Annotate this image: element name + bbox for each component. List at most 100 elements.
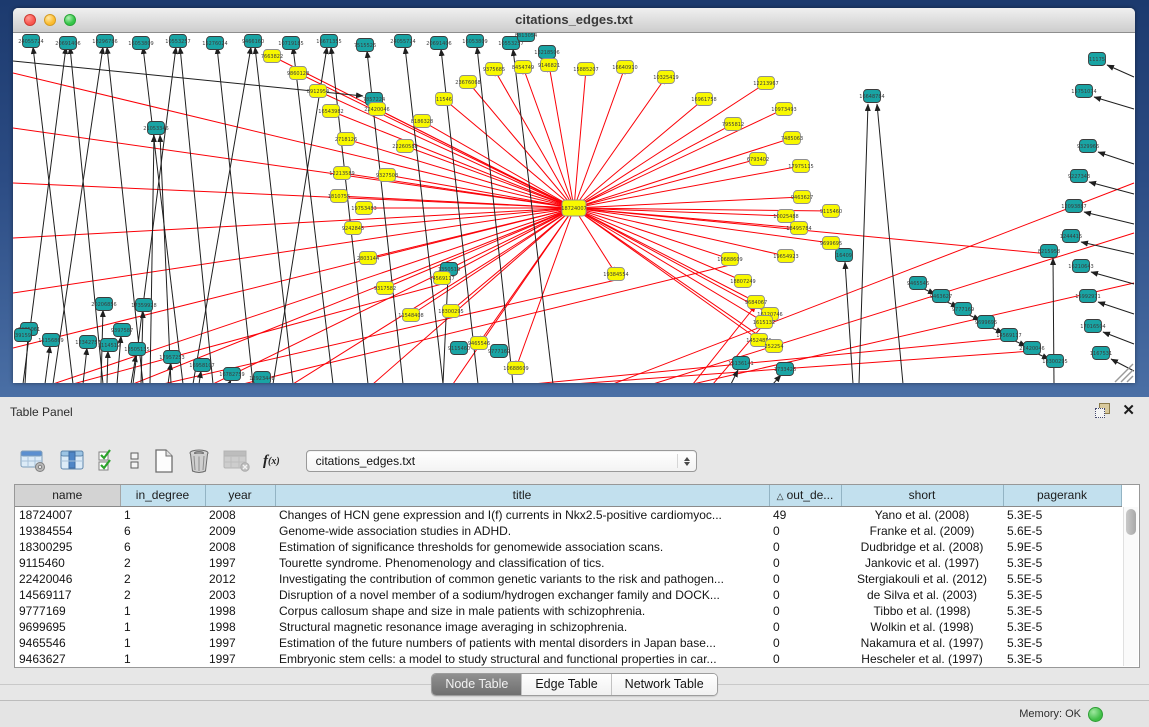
node-unselected[interactable]: 7515526 (354, 39, 376, 52)
node-unselected[interactable]: 15136141 (728, 357, 753, 370)
node-unselected[interactable]: 10719185 (278, 37, 303, 50)
tab-network-table[interactable]: Network Table (611, 674, 717, 695)
node-unselected[interactable]: 14569117 (996, 329, 1021, 342)
col-header-name[interactable]: name (15, 485, 120, 506)
node-selected[interactable]: 9115460 (820, 205, 842, 218)
node-unselected[interactable]: 18300295 (1042, 355, 1067, 368)
table-row[interactable]: 1456911722003Disruption of a novel membe… (15, 587, 1121, 603)
node-selected[interactable]: 9327508 (376, 169, 398, 182)
col-header-year[interactable]: year (205, 485, 275, 506)
table-row[interactable]: 1830029562008Estimation of significance … (15, 539, 1121, 555)
table-row[interactable]: 2242004622012Investigating the contribut… (15, 571, 1121, 587)
float-panel-icon[interactable] (1095, 403, 1110, 418)
node-unselected[interactable]: 9115460 (448, 342, 470, 355)
node-selected[interactable]: 9146821 (538, 59, 560, 72)
table-row[interactable]: 946554611997Estimation of the future num… (15, 635, 1121, 651)
node-selected[interactable]: 18495784 (786, 222, 811, 235)
node-unselected[interactable]: 9397587 (111, 324, 133, 337)
node-selected[interactable]: 9463627 (791, 191, 813, 204)
node-unselected[interactable]: 17016504 (1080, 320, 1105, 333)
node-selected[interactable]: 22260588 (392, 140, 417, 153)
show-columns-icon[interactable] (59, 449, 86, 473)
node-unselected[interactable]: 9463627 (930, 290, 952, 303)
node-unselected[interactable]: 1244415 (1060, 230, 1082, 243)
node-selected[interactable]: 19384554 (603, 268, 628, 281)
node-selected[interactable]: 19753483 (351, 202, 376, 215)
table-row[interactable]: 969969511998Structural magnetic resonanc… (15, 619, 1121, 635)
node-unselected[interactable]: 16671355 (316, 35, 341, 48)
node-selected[interactable]: 2718126 (335, 133, 357, 146)
node-unselected[interactable]: 9227343 (1068, 170, 1090, 183)
node-unselected[interactable]: 22420046 (1019, 342, 1044, 355)
node-selected[interactable]: 8454749 (512, 61, 534, 74)
node-selected[interactable]: 2803144 (357, 252, 379, 265)
node-unselected[interactable]: 13218506 (534, 46, 559, 59)
node-selected[interactable]: 1810755 (328, 190, 350, 203)
node-unselected[interactable]: 10553257 (165, 35, 190, 48)
select-columns-checklist-icon[interactable] (98, 449, 117, 473)
node-selected[interactable]: 10025488 (773, 210, 798, 223)
node-selected[interactable]: 10688609 (717, 253, 742, 266)
node-unselected[interactable]: 15276024 (202, 37, 227, 50)
table-scrollbar-thumb[interactable] (1126, 509, 1136, 535)
node-selected[interactable]: 9699695 (820, 237, 842, 250)
table-row[interactable]: 1938455462009Genome-wide association stu… (15, 523, 1121, 539)
node-unselected[interactable]: 12923448 (249, 372, 274, 384)
table-source-select[interactable]: citations_edges.txt (306, 450, 697, 472)
node-unselected[interactable]: 9699695 (975, 316, 997, 329)
node-selected[interactable]: 11546 (436, 93, 453, 106)
node-unselected[interactable]: 39159 (15, 329, 32, 342)
node-unselected[interactable]: 15751074 (1071, 85, 1096, 98)
hub-node[interactable]: 18724007 (561, 200, 586, 216)
col-header-pagerank[interactable]: pagerank (1003, 485, 1121, 506)
tab-edge-table[interactable]: Edge Table (521, 674, 610, 695)
node-selected[interactable]: 8186328 (411, 115, 433, 128)
node-selected[interactable]: 16543982 (318, 105, 343, 118)
node-selected[interactable]: 8912954 (307, 85, 329, 98)
node-unselected[interactable]: 16053809 (462, 35, 487, 48)
table-row[interactable]: 946362711997Embryonic stem cells: a mode… (15, 651, 1121, 667)
network-canvas[interactable]: 24055724 20691406 18296786 16053809 10553257… (13, 33, 1135, 383)
node-unselected[interactable]: 9329966 (1077, 140, 1099, 153)
col-header-short[interactable]: short (841, 485, 1003, 506)
node-unselected[interactable]: 16648784 (859, 90, 884, 103)
node-selected[interactable]: 16961758 (691, 93, 716, 106)
node-unselected[interactable]: 24055724 (390, 35, 415, 48)
node-unselected[interactable]: 20691406 (426, 37, 451, 50)
node-unselected[interactable]: 16210643 (1068, 260, 1093, 273)
node-unselected[interactable]: 1114519 (98, 339, 120, 352)
resize-grip-icon[interactable] (1115, 364, 1133, 382)
node-selected[interactable]: 19654923 (773, 250, 798, 263)
node-unselected[interactable]: 9777169 (488, 345, 510, 358)
node-unselected[interactable]: 13505135 (124, 343, 149, 356)
node-selected[interactable]: 9465546 (468, 337, 490, 350)
node-selected[interactable]: 9684067 (745, 296, 767, 309)
col-header-title[interactable]: title (275, 485, 769, 506)
node-selected[interactable]: 10325419 (653, 71, 678, 84)
tab-node-table[interactable]: Node Table (432, 674, 521, 695)
create-column-file-icon[interactable] (153, 448, 175, 474)
col-header-out-degree[interactable]: △out_de... (769, 485, 841, 506)
node-unselected[interactable]: 9777169 (952, 303, 974, 316)
row-height-icon[interactable] (129, 449, 141, 473)
node-unselected[interactable]: 18296786 (92, 35, 117, 48)
node-selected[interactable]: 11548408 (398, 309, 423, 322)
function-builder-icon[interactable]: f(x) (263, 453, 280, 470)
close-panel-icon[interactable]: ✕ (1122, 403, 1135, 418)
table-row[interactable]: 1872400712008Changes of HCN gene express… (15, 506, 1121, 523)
node-selected[interactable]: 9317582 (374, 282, 396, 295)
node-unselected[interactable]: 20691406 (55, 37, 80, 50)
node-selected[interactable]: 7485063 (781, 132, 803, 145)
node-selected[interactable]: 6793402 (747, 153, 769, 166)
network-window-titlebar[interactable]: citations_edges.txt (13, 8, 1135, 33)
node-selected[interactable]: 7955812 (722, 118, 744, 131)
table-scrollbar[interactable] (1123, 507, 1138, 666)
node-unselected[interactable]: 12093887 (1061, 200, 1086, 213)
node-selected[interactable]: 9860128 (287, 67, 309, 80)
node-unselected[interactable]: 1167531 (1090, 347, 1112, 360)
node-selected[interactable]: 12213589 (329, 167, 354, 180)
memory-ok-icon[interactable] (1088, 707, 1103, 722)
network-graph[interactable]: 24055724 20691406 18296786 16053809 10553257… (13, 33, 1135, 383)
node-unselected[interactable]: 8813054 (515, 33, 537, 42)
node-selected[interactable]: 252254 (764, 340, 783, 353)
